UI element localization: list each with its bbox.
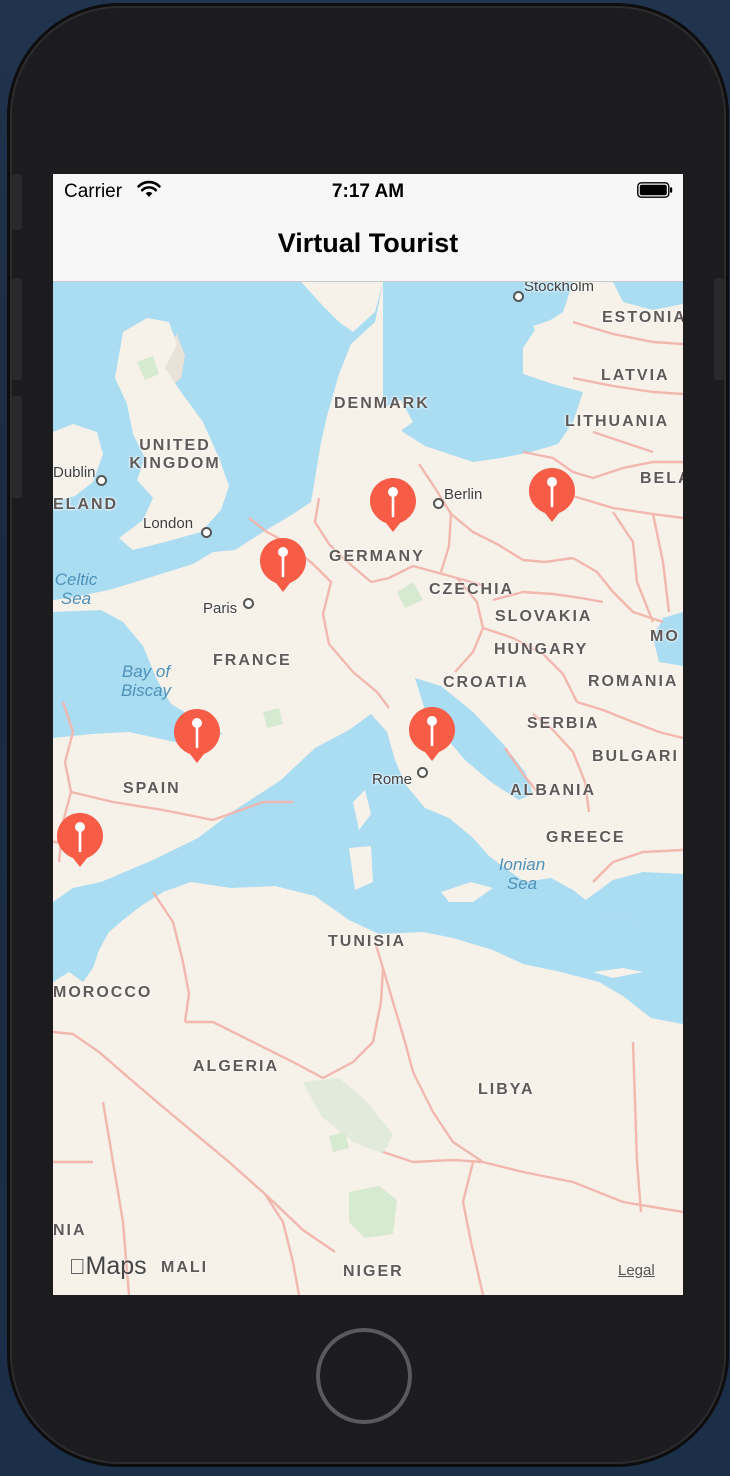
label-albania: ALBANIA bbox=[510, 782, 596, 799]
label-spain: SPAIN bbox=[123, 780, 181, 797]
status-bar: Carrier 7:17 AM bbox=[53, 174, 683, 210]
label-hungary: HUNGARY bbox=[494, 641, 589, 658]
page-title: Virtual Tourist bbox=[277, 228, 459, 258]
city-london: London bbox=[143, 515, 194, 532]
city-dot-rome bbox=[417, 767, 428, 778]
label-germany: GERMANY bbox=[329, 548, 425, 565]
label-belarus: BELA bbox=[640, 470, 683, 487]
apple-icon:  bbox=[69, 1254, 86, 1279]
city-stockholm: Stockholm bbox=[524, 282, 595, 295]
navigation-bar: Virtual Tourist bbox=[53, 210, 683, 282]
screen: Carrier 7:17 AM Virtual Tourist DENMARK … bbox=[53, 174, 683, 1295]
sea-celtic: Celtic Sea bbox=[53, 570, 101, 608]
map-pin-poland[interactable] bbox=[528, 466, 576, 524]
city-dot-paris bbox=[243, 598, 254, 609]
sea-ionian-line2: Sea bbox=[506, 874, 538, 893]
label-libya: LIBYA bbox=[478, 1081, 535, 1098]
label-serbia: SERBIA bbox=[527, 715, 600, 732]
sea-celtic-line2: Sea bbox=[60, 589, 92, 608]
maps-logo-text: Maps bbox=[69, 1252, 147, 1280]
label-mauritania: NIA bbox=[53, 1222, 87, 1239]
label-latvia: LATVIA bbox=[601, 367, 670, 384]
home-button[interactable] bbox=[316, 1328, 412, 1424]
city-dublin: Dublin bbox=[53, 464, 96, 481]
label-estonia: ESTONIA bbox=[602, 309, 683, 326]
label-croatia: CROATIA bbox=[443, 674, 529, 691]
label-bulgaria: BULGARI bbox=[592, 748, 679, 765]
city-dot-stockholm bbox=[513, 291, 524, 302]
label-ireland: ELAND bbox=[53, 496, 119, 513]
city-dot-london bbox=[201, 527, 212, 538]
label-slovakia: SLOVAKIA bbox=[495, 608, 593, 625]
label-denmark: DENMARK bbox=[334, 395, 430, 412]
map-view[interactable]: DENMARK UNITED KINGDOM ELAND GERMANY CZE… bbox=[53, 282, 683, 1295]
city-paris: Paris bbox=[203, 600, 238, 617]
volume-up-button bbox=[12, 278, 22, 380]
label-algeria: ALGERIA bbox=[193, 1058, 279, 1075]
mute-switch bbox=[12, 174, 22, 230]
label-morocco: MOROCCO bbox=[53, 984, 153, 1001]
label-france: FRANCE bbox=[213, 652, 292, 669]
label-uk-line1: UNITED bbox=[139, 437, 211, 454]
map-pin-portugal[interactable] bbox=[56, 811, 104, 869]
sea-biscay-line1: Bay of bbox=[121, 662, 171, 681]
label-niger: NIGER bbox=[343, 1263, 404, 1280]
power-button bbox=[714, 278, 724, 380]
sea-biscay: Bay of Biscay bbox=[115, 662, 177, 700]
label-greece: GREECE bbox=[546, 829, 626, 846]
label-lithuania: LITHUANIA bbox=[565, 413, 670, 430]
label-mali: MALI bbox=[161, 1259, 209, 1276]
label-tunisia: TUNISIA bbox=[328, 933, 406, 950]
sea-celtic-line1: Celtic bbox=[54, 570, 98, 589]
map-pin-italy[interactable] bbox=[408, 705, 456, 763]
legal-link[interactable]: Legal bbox=[618, 1262, 655, 1279]
maps-attribution: Maps bbox=[69, 1252, 147, 1281]
volume-down-button bbox=[12, 396, 22, 498]
sea-ionian: Ionian Sea bbox=[491, 855, 553, 893]
label-uk-line2: KINGDOM bbox=[129, 455, 221, 472]
map-pin-spain-north[interactable] bbox=[173, 707, 221, 765]
map-pin-germany[interactable] bbox=[369, 476, 417, 534]
clock: 7:17 AM bbox=[331, 181, 405, 202]
label-united-kingdom: UNITED KINGDOM bbox=[125, 437, 225, 473]
sea-ionian-line1: Ionian bbox=[498, 855, 546, 874]
city-dot-dublin bbox=[96, 475, 107, 486]
label-czechia: CZECHIA bbox=[429, 581, 515, 598]
label-romania: ROMANIA bbox=[588, 673, 679, 690]
sea-biscay-line2: Biscay bbox=[120, 681, 172, 700]
city-dot-berlin bbox=[433, 498, 444, 509]
map-pin-belgium[interactable] bbox=[259, 536, 307, 594]
city-rome: Rome bbox=[372, 771, 413, 788]
label-moldova: MO bbox=[650, 628, 680, 645]
battery-icon bbox=[637, 182, 673, 198]
city-berlin: Berlin bbox=[444, 486, 483, 503]
